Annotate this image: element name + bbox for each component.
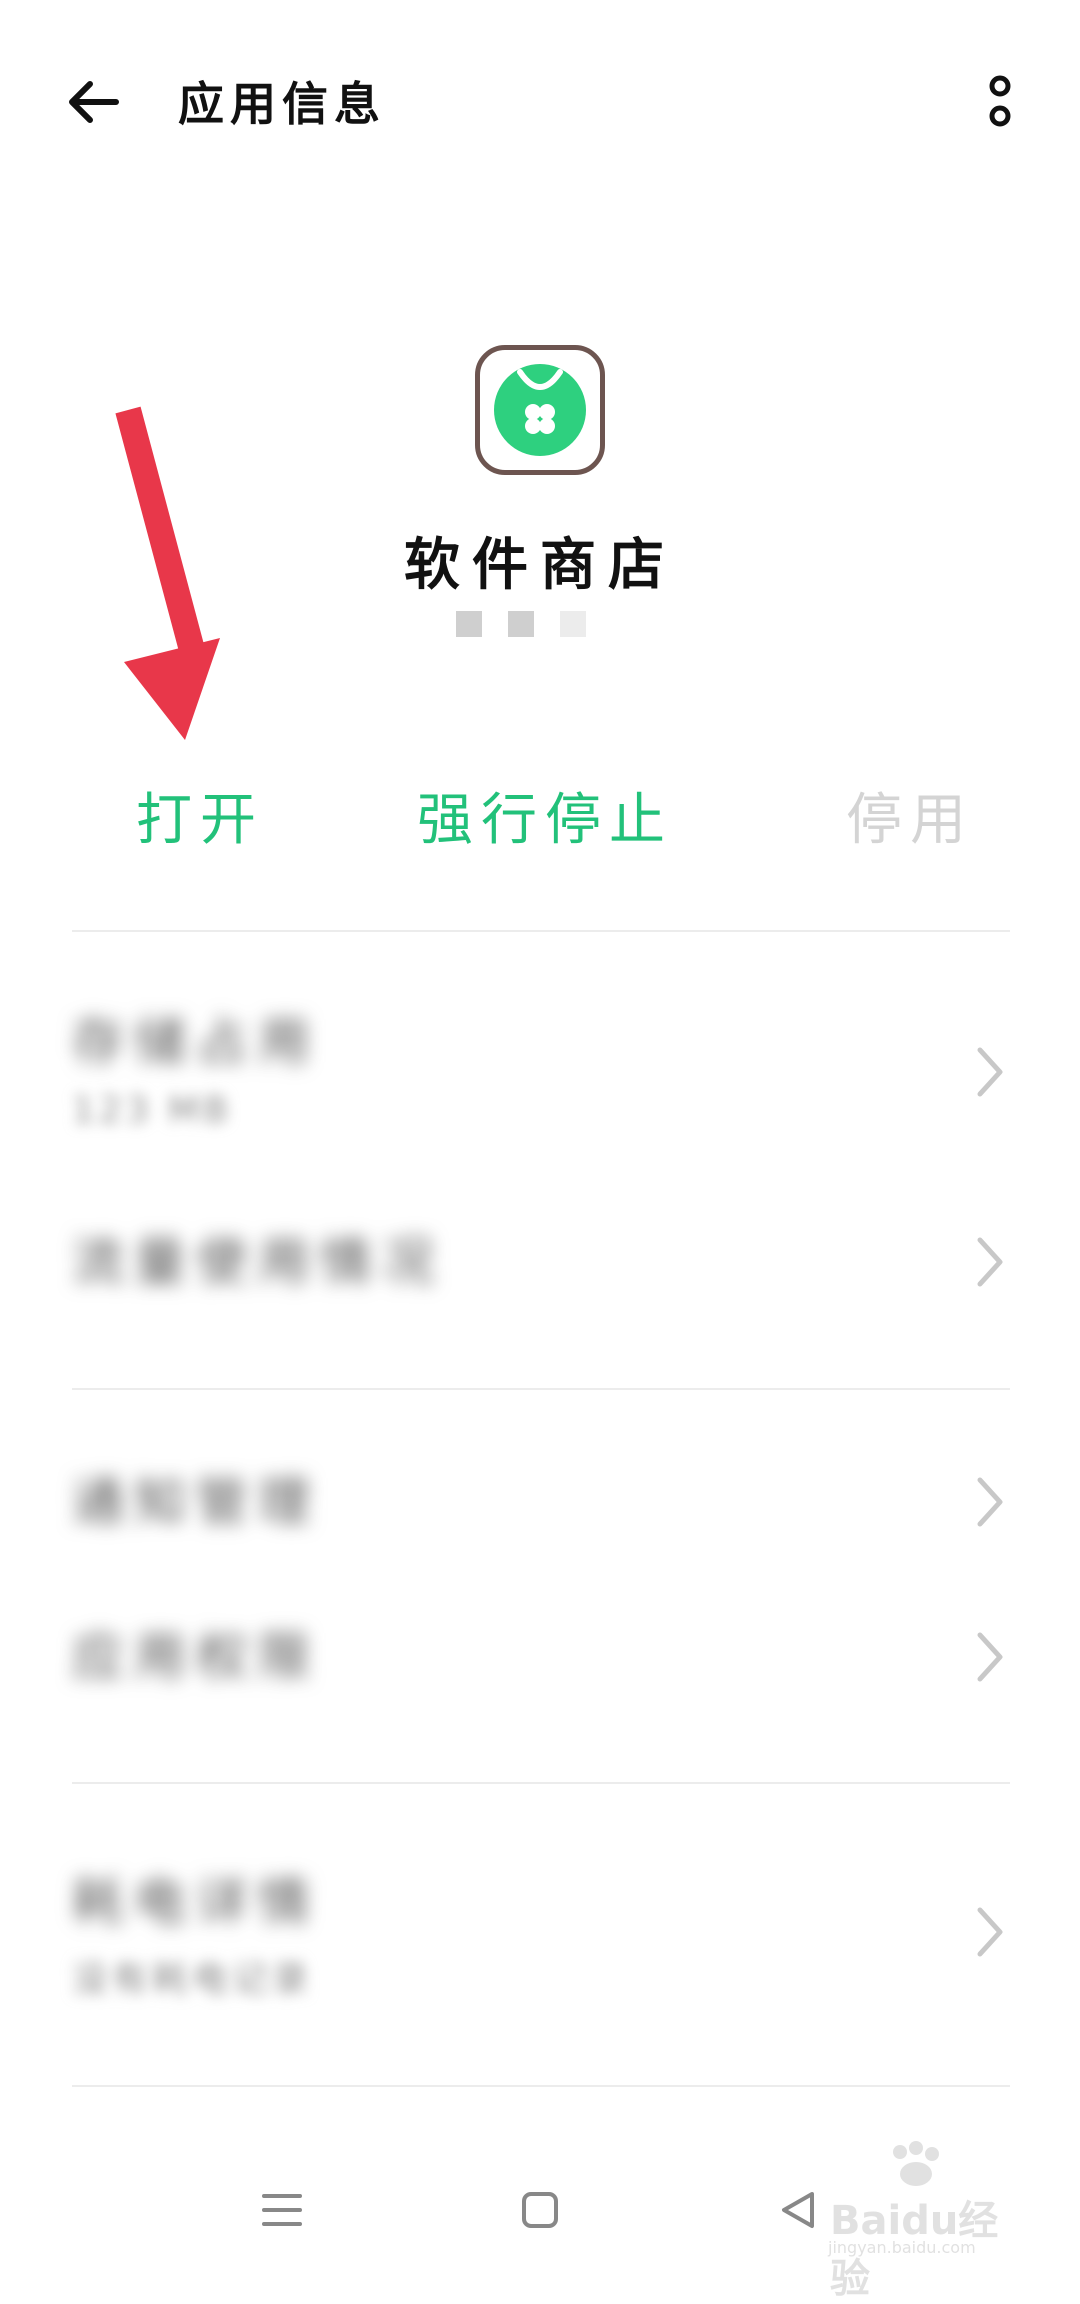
divider bbox=[72, 930, 1010, 932]
chevron-right-icon bbox=[977, 1907, 1003, 1957]
chevron-right-icon bbox=[977, 1632, 1003, 1682]
disable-button[interactable]: 停用 bbox=[810, 775, 1010, 856]
row-title: 通知管理 bbox=[72, 1473, 321, 1533]
row-title: 存储占用 bbox=[72, 1013, 321, 1073]
row-title: 耗电详情 bbox=[72, 1873, 321, 1933]
settings-row-data-usage[interactable]: 流量使用情况 bbox=[72, 1210, 1010, 1320]
app-version-redacted bbox=[456, 605, 626, 641]
divider bbox=[72, 2085, 1010, 2087]
row-title: 应用权限 bbox=[72, 1628, 321, 1688]
page-title: 应用信息 bbox=[178, 77, 386, 131]
settings-row-battery[interactable]: 耗电详情 没有耗电记录 bbox=[72, 1850, 1010, 2030]
back-button[interactable] bbox=[64, 70, 128, 134]
row-subtitle: 没有耗电记录 bbox=[72, 1959, 313, 2000]
open-button[interactable]: 打开 bbox=[100, 775, 300, 856]
divider bbox=[72, 1782, 1010, 1784]
menu-icon bbox=[262, 2194, 302, 2226]
chevron-right-icon bbox=[977, 1237, 1003, 1287]
app-icon bbox=[475, 345, 605, 475]
baidu-watermark: Baidu经验 jingyan.baidu.com bbox=[820, 2140, 1030, 2302]
more-options-button[interactable] bbox=[985, 72, 1015, 132]
arrow-left-icon bbox=[69, 81, 119, 123]
back-triangle-icon bbox=[782, 2192, 814, 2228]
force-stop-button[interactable]: 强行停止 bbox=[395, 775, 695, 856]
settings-row-permissions[interactable]: 应用权限 bbox=[72, 1605, 1010, 1715]
nav-back-button[interactable] bbox=[768, 2180, 828, 2240]
home-square-icon bbox=[522, 2192, 558, 2228]
divider bbox=[72, 1388, 1010, 1390]
chevron-right-icon bbox=[977, 1477, 1003, 1527]
annotation-arrow bbox=[115, 406, 220, 740]
software-store-icon bbox=[494, 364, 586, 456]
settings-row-storage[interactable]: 存储占用 123 MB bbox=[72, 990, 1010, 1170]
row-title: 流量使用情况 bbox=[72, 1233, 445, 1293]
chevron-right-icon bbox=[977, 1047, 1003, 1097]
menu-button[interactable] bbox=[252, 2180, 312, 2240]
top-bar: 应用信息 bbox=[0, 0, 1080, 200]
settings-row-notifications[interactable]: 通知管理 bbox=[72, 1450, 1010, 1560]
more-vertical-icon bbox=[989, 75, 1011, 127]
paw-logo-icon bbox=[893, 2141, 939, 2186]
watermark-url: jingyan.baidu.com bbox=[828, 2238, 976, 2257]
home-button[interactable] bbox=[510, 2180, 570, 2240]
row-subtitle: 123 MB bbox=[72, 1090, 232, 1131]
